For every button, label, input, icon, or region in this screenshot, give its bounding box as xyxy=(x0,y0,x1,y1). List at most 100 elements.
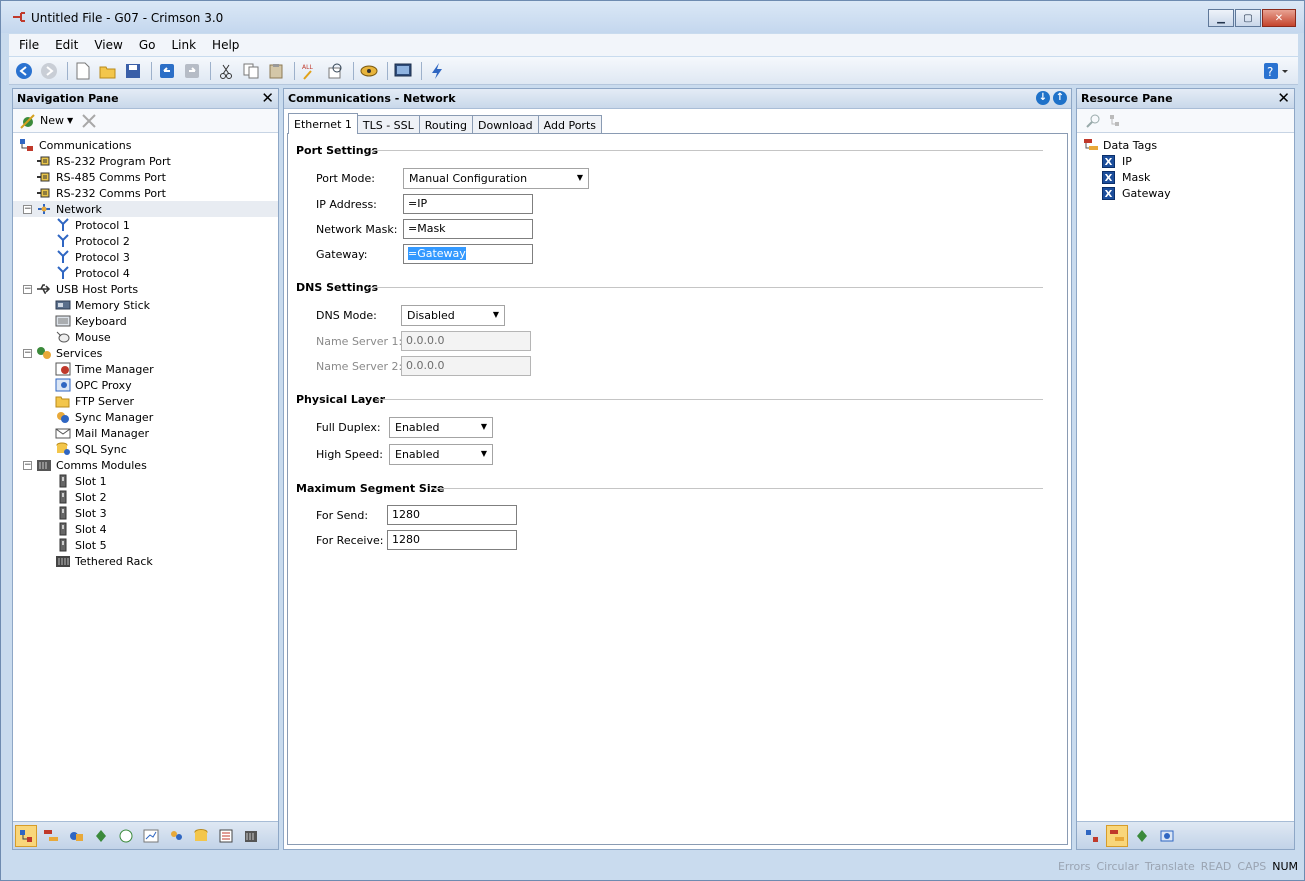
for-receive-field[interactable]: 1280 xyxy=(387,530,517,550)
tree-item-ftp-server[interactable]: FTP Server xyxy=(13,393,278,409)
resource-item[interactable]: X IP xyxy=(1083,153,1294,169)
tree-item-slot-2[interactable]: Slot 2 xyxy=(13,489,278,505)
tab-routing[interactable]: Routing xyxy=(418,115,473,134)
tree-item-time-manager[interactable]: Time Manager xyxy=(13,361,278,377)
undo-button[interactable] xyxy=(156,60,178,82)
resource-item[interactable]: X Gateway xyxy=(1083,185,1294,201)
previous-item-up-icon[interactable]: ↑ xyxy=(1053,91,1067,105)
tree-item-slot-3[interactable]: Slot 3 xyxy=(13,505,278,521)
collapse-toggle-icon[interactable]: − xyxy=(23,284,32,294)
port-mode-select[interactable]: Manual Configuration ▼ xyxy=(403,168,589,189)
display-button[interactable] xyxy=(392,60,414,82)
minimize-button[interactable]: ▁ xyxy=(1208,9,1234,27)
close-button[interactable]: ✕ xyxy=(1262,9,1296,27)
delete-icon[interactable] xyxy=(81,113,97,129)
tree-item-slot-4[interactable]: Slot 4 xyxy=(13,521,278,537)
tree-item-protocol-2[interactable]: Protocol 2 xyxy=(13,233,278,249)
menu-edit[interactable]: Edit xyxy=(45,38,84,52)
category-communications-button[interactable] xyxy=(15,824,37,847)
dns-mode-select[interactable]: Disabled ▼ xyxy=(401,305,505,326)
for-send-field[interactable]: 1280 xyxy=(387,505,517,525)
category-data-logger-button[interactable] xyxy=(140,825,162,847)
tree-item-communications[interactable]: Communications xyxy=(13,137,278,153)
forward-button[interactable] xyxy=(38,60,60,82)
category-security-button[interactable] xyxy=(165,825,187,847)
redo-button[interactable] xyxy=(181,60,203,82)
tab-download[interactable]: Download xyxy=(471,115,539,134)
tree-item-rs-232-program-port[interactable]: RS-232 Program Port xyxy=(13,153,278,169)
new-dropdown-icon[interactable]: ▼ xyxy=(67,116,73,125)
find-button[interactable] xyxy=(324,60,346,82)
back-button[interactable] xyxy=(13,60,35,82)
network-mask-field[interactable]: =Mask xyxy=(403,219,533,239)
collapse-toggle-icon[interactable]: − xyxy=(23,460,32,470)
tree-item-rs-232-comms-port[interactable]: RS-232 Comms Port xyxy=(13,185,278,201)
tree-item-sync-manager[interactable]: Sync Manager xyxy=(13,409,278,425)
tab-add-ports[interactable]: Add Ports xyxy=(537,115,602,134)
ip-address-field[interactable]: =IP xyxy=(403,194,533,214)
tree-item-rs-485-comms-port[interactable]: RS-485 Comms Port xyxy=(13,169,278,185)
category-database-button[interactable] xyxy=(190,825,212,847)
navigation-pane-close-icon[interactable]: ✕ xyxy=(261,89,274,107)
paste-button[interactable] xyxy=(265,60,287,82)
collapse-toggle-icon[interactable]: − xyxy=(23,348,32,358)
high-speed-select[interactable]: Enabled ▼ xyxy=(389,444,493,465)
help-button[interactable]: ? xyxy=(1262,61,1290,81)
menu-help[interactable]: Help xyxy=(202,38,245,52)
open-file-button[interactable] xyxy=(97,60,119,82)
send-button[interactable] xyxy=(426,60,448,82)
copy-button[interactable] xyxy=(240,60,262,82)
tab-tls-ssl[interactable]: TLS - SSL xyxy=(356,115,420,134)
tree-item-protocol-3[interactable]: Protocol 3 xyxy=(13,249,278,265)
tree-item-slot-1[interactable]: Slot 1 xyxy=(13,473,278,489)
tree-item-services[interactable]: − Services xyxy=(13,345,278,361)
tree-item-sql-sync[interactable]: SQL Sync xyxy=(13,441,278,457)
menu-link[interactable]: Link xyxy=(161,38,202,52)
new-file-button[interactable] xyxy=(72,60,94,82)
search-icon[interactable] xyxy=(1085,113,1101,129)
resource-item[interactable]: X Mask xyxy=(1083,169,1294,185)
tree-view-icon[interactable] xyxy=(1107,113,1123,129)
category-web-server-button[interactable] xyxy=(115,825,137,847)
category-control-button[interactable] xyxy=(215,825,237,847)
tree-item-keyboard[interactable]: Keyboard xyxy=(13,313,278,329)
full-duplex-select[interactable]: Enabled ▼ xyxy=(389,417,493,438)
category-programs-button[interactable] xyxy=(90,825,112,847)
resource-programs-button[interactable] xyxy=(1131,825,1153,847)
tree-item-mail-manager[interactable]: Mail Manager xyxy=(13,425,278,441)
cut-button[interactable] xyxy=(215,60,237,82)
tree-item-protocol-1[interactable]: Protocol 1 xyxy=(13,217,278,233)
tree-item-memory-stick[interactable]: Memory Stick xyxy=(13,297,278,313)
gateway-field[interactable]: =Gateway xyxy=(403,244,533,264)
menu-view[interactable]: View xyxy=(84,38,128,52)
next-item-down-icon[interactable]: ↓ xyxy=(1036,91,1050,105)
category-data-tags-button[interactable] xyxy=(40,825,62,847)
tree-item-usb-host-ports[interactable]: − USB Host Ports xyxy=(13,281,278,297)
new-button[interactable]: New xyxy=(40,114,64,127)
tree-item-slot-5[interactable]: Slot 5 xyxy=(13,537,278,553)
resource-pane-close-icon[interactable]: ✕ xyxy=(1277,89,1290,107)
menu-go[interactable]: Go xyxy=(129,38,162,52)
save-button[interactable] xyxy=(122,60,144,82)
resource-data-tags-button[interactable] xyxy=(1106,824,1128,847)
tree-item-mouse[interactable]: Mouse xyxy=(13,329,278,345)
menu-file[interactable]: File xyxy=(9,38,45,52)
find-all-button[interactable]: ALL xyxy=(299,60,321,82)
link-button[interactable] xyxy=(358,60,380,82)
status-bar: Errors Circular Translate READ CAPS NUM xyxy=(9,856,1298,876)
maximize-button[interactable]: ▢ xyxy=(1235,9,1261,27)
category-modules-button[interactable] xyxy=(240,825,262,847)
time-manager-icon xyxy=(55,362,71,376)
tree-item-network[interactable]: − Network xyxy=(13,201,278,217)
tab-ethernet-1[interactable]: Ethernet 1 xyxy=(288,113,358,134)
resource-communications-button[interactable] xyxy=(1081,825,1103,847)
resource-system-button[interactable] xyxy=(1156,825,1178,847)
tree-item-comms-modules[interactable]: − Comms Modules xyxy=(13,457,278,473)
tree-item-tethered-rack[interactable]: Tethered Rack xyxy=(13,553,278,569)
collapse-toggle-icon[interactable]: − xyxy=(23,204,32,214)
tree-item-protocol-4[interactable]: Protocol 4 xyxy=(13,265,278,281)
status-caps: CAPS xyxy=(1237,859,1267,873)
resource-root[interactable]: Data Tags xyxy=(1083,137,1294,153)
category-display-pages-button[interactable] xyxy=(65,825,87,847)
tree-item-opc-proxy[interactable]: OPC Proxy xyxy=(13,377,278,393)
